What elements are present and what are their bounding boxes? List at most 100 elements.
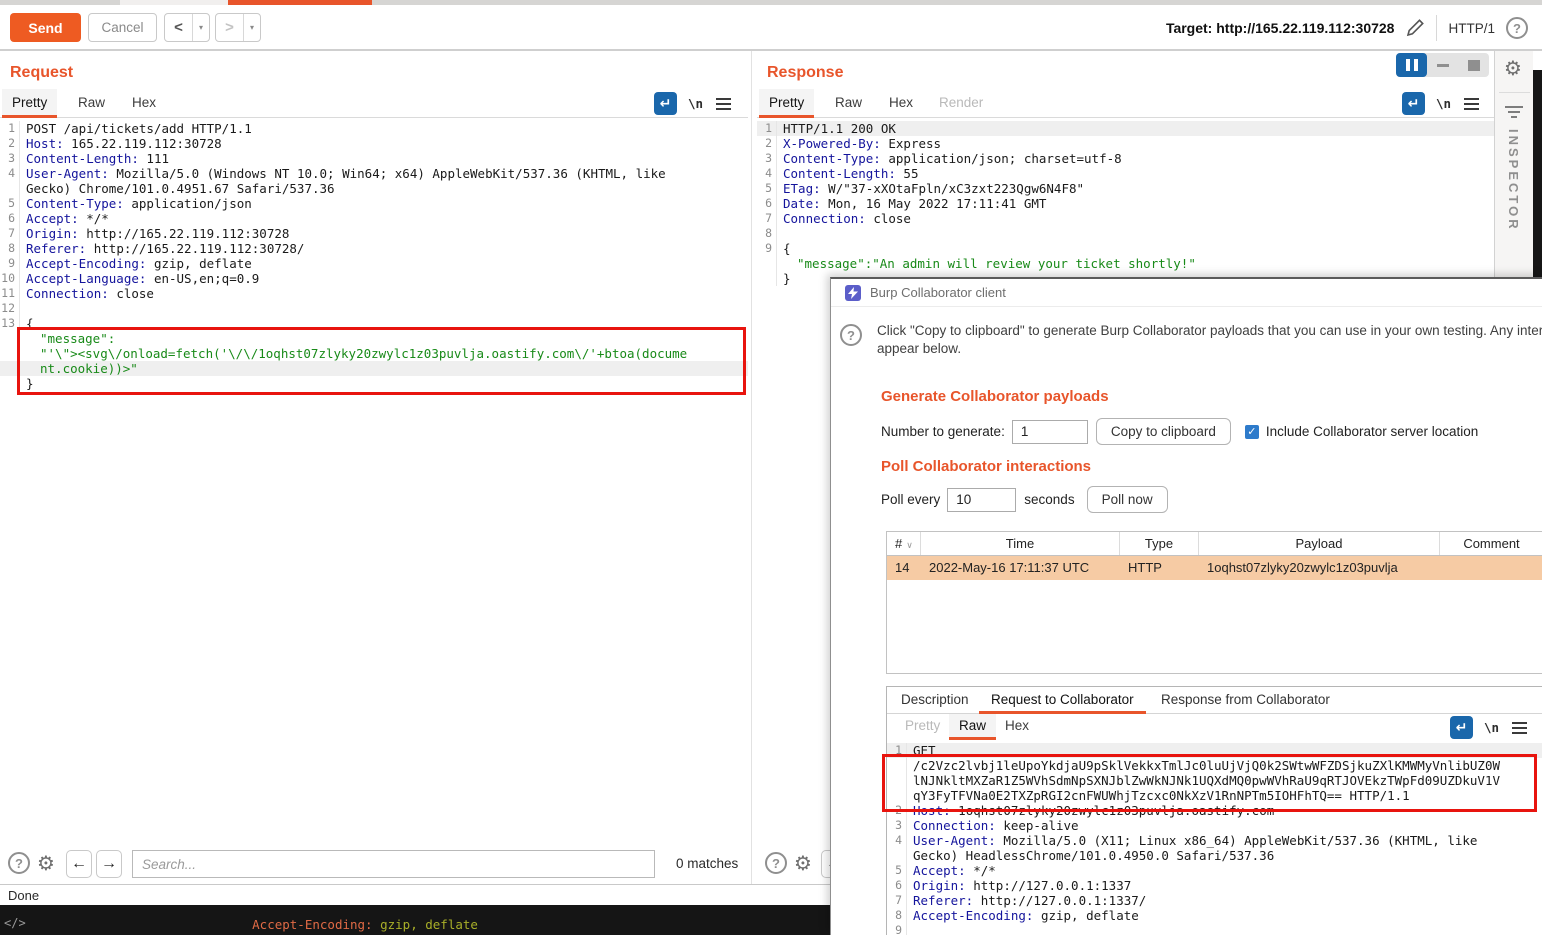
tab-raw[interactable]: Raw — [68, 89, 115, 118]
show-newlines-icon[interactable]: \n — [1480, 716, 1503, 739]
request-tabs: Pretty Raw Hex ↵ \n — [0, 89, 748, 118]
layout-columns-icon[interactable] — [1396, 53, 1427, 77]
code-line: "message":"An admin will review your tic… — [757, 256, 1494, 271]
layout-single-icon[interactable] — [1458, 53, 1489, 77]
code-line: 8 — [757, 226, 1494, 241]
tab-pretty[interactable]: Pretty — [895, 714, 950, 740]
code-line: 5Content-Type: application/json — [0, 196, 748, 211]
search-next-icon[interactable]: → — [96, 850, 122, 878]
send-button[interactable]: Send — [10, 13, 81, 42]
panel-splitter[interactable] — [751, 51, 752, 884]
editor-menu-icon[interactable] — [1508, 716, 1531, 739]
code-line: lNJNkltMXZaR1Z5WVhSdmNpSXNJblZwWkNJNk1UQ… — [887, 773, 1542, 788]
code-line: } — [0, 376, 748, 391]
inspector-sidebar: ⚙ INSPECTOR — [1494, 51, 1533, 277]
forward-dropdown-icon[interactable]: ▾ — [243, 14, 260, 41]
back-dropdown-icon[interactable]: ▾ — [192, 14, 209, 41]
tab-pretty[interactable]: Pretty — [759, 89, 814, 118]
request-panel: Request Pretty Raw Hex ↵ \n 1POST /api/t… — [0, 51, 748, 884]
code-line: 6Accept: */* — [0, 211, 748, 226]
column-header[interactable]: Payload — [1199, 532, 1440, 555]
status-bar: Done — [0, 884, 830, 905]
tab-hex[interactable]: Hex — [995, 714, 1039, 740]
cancel-button[interactable]: Cancel — [88, 13, 157, 42]
poll-interval-input[interactable] — [947, 488, 1016, 512]
response-panel-title: Response — [767, 64, 843, 82]
word-wrap-icon[interactable]: ↵ — [1402, 92, 1425, 115]
search-settings-icon[interactable]: ⚙ — [791, 852, 815, 876]
word-wrap-icon[interactable]: ↵ — [1450, 716, 1473, 739]
include-server-location-checkbox[interactable]: ✓ — [1245, 425, 1259, 439]
forward-icon: > — [216, 14, 243, 41]
tab-raw[interactable]: Raw — [949, 714, 996, 740]
toolbar-separator — [1436, 15, 1437, 41]
editor-menu-icon[interactable] — [1460, 92, 1483, 115]
code-line: 12 — [0, 301, 748, 316]
code-line: 3Connection: keep-alive — [887, 818, 1542, 833]
show-newlines-icon[interactable]: \n — [1432, 92, 1455, 115]
show-newlines-icon[interactable]: \n — [684, 92, 707, 115]
column-header[interactable]: Comment — [1440, 532, 1542, 555]
request-search-bar: ? ⚙ ← → 0 matches — [0, 848, 748, 881]
code-line: 9 — [887, 923, 1542, 935]
seconds-label: seconds — [1024, 492, 1074, 507]
detail-subtabs: Pretty Raw Hex ↵ \n — [887, 714, 1542, 740]
forward-request-button[interactable]: > ▾ — [215, 13, 261, 42]
interaction-row[interactable]: 142022-May-16 17:11:37 UTCHTTP1oqhst07zl… — [887, 556, 1542, 580]
code-line: Gecko) HeadlessChrome/101.0.4950.0 Safar… — [887, 848, 1542, 863]
poll-interactions-heading: Poll Collaborator interactions — [881, 458, 1091, 475]
search-settings-icon[interactable]: ⚙ — [34, 852, 58, 876]
intro-line: Click "Copy to clipboard" to generate Bu… — [877, 322, 1542, 340]
word-wrap-icon[interactable]: ↵ — [654, 92, 677, 115]
tab-description[interactable]: Description — [889, 687, 981, 714]
code-line: 4User-Agent: Mozilla/5.0 (X11; Linux x86… — [887, 833, 1542, 848]
poll-now-button[interactable]: Poll now — [1087, 486, 1168, 513]
code-line: 8Accept-Encoding: gzip, deflate — [887, 908, 1542, 923]
copy-to-clipboard-button[interactable]: Copy to clipboard — [1096, 418, 1231, 445]
code-line: 7Referer: http://127.0.0.1:1337/ — [887, 893, 1542, 908]
tab-pretty[interactable]: Pretty — [2, 89, 57, 118]
collaborator-title-bar[interactable]: Burp Collaborator client — [831, 279, 1542, 307]
code-line: 2X-Powered-By: Express — [757, 136, 1494, 151]
detail-tabs: Description Request to Collaborator Resp… — [887, 687, 1542, 714]
code-line: 6Origin: http://127.0.0.1:1337 — [887, 878, 1542, 893]
http-version-toggle[interactable]: HTTP/1 — [1448, 21, 1495, 36]
interaction-detail-box: Description Request to Collaborator Resp… — [886, 686, 1542, 935]
edit-target-icon[interactable] — [1405, 18, 1425, 38]
tab-render[interactable]: Render — [929, 89, 993, 118]
code-line: 5ETag: W/"37-xXOtaFpln/xC3zxt223Qgw6N4F8… — [757, 181, 1494, 196]
request-editor[interactable]: 1POST /api/tickets/add HTTP/1.12Host: 16… — [0, 118, 748, 845]
code-line: 13{ — [0, 316, 748, 331]
filter-icon[interactable] — [1505, 103, 1523, 118]
collaborator-request-editor[interactable]: 1GET/c2Vzc2lvbj1leUpoYkdjaU9pSklVekkxTml… — [887, 740, 1542, 935]
search-help-icon[interactable]: ? — [8, 852, 30, 874]
inspector-settings-icon[interactable]: ⚙ — [1504, 59, 1522, 79]
layout-toggle-group — [1396, 53, 1489, 77]
code-line: /c2Vzc2lvbj1leUpoYkdjaU9pSklVekkxTmlJc0l… — [887, 758, 1542, 773]
tab-request-to-collaborator[interactable]: Request to Collaborator — [979, 687, 1146, 714]
search-input[interactable] — [132, 850, 655, 878]
intro-line: appear below. — [877, 340, 1542, 358]
inspector-tab[interactable]: INSPECTOR — [1506, 129, 1521, 232]
tab-hex[interactable]: Hex — [879, 89, 923, 118]
editor-menu-icon[interactable] — [712, 92, 735, 115]
code-line: 1POST /api/tickets/add HTTP/1.1 — [0, 121, 748, 136]
table-cell: 14 — [887, 556, 921, 580]
search-prev-icon[interactable]: ← — [66, 850, 92, 878]
number-to-generate-input[interactable] — [1012, 420, 1088, 444]
column-header[interactable]: Type — [1120, 532, 1199, 555]
window-title: Burp Collaborator client — [870, 285, 1006, 300]
tab-response-from-collaborator[interactable]: Response from Collaborator — [1149, 687, 1342, 714]
tab-hex[interactable]: Hex — [122, 89, 166, 118]
help-icon[interactable]: ? — [1506, 17, 1528, 39]
collaborator-help-icon[interactable]: ? — [840, 324, 862, 346]
back-request-button[interactable]: < ▾ — [164, 13, 210, 42]
layout-rows-icon[interactable] — [1427, 53, 1458, 77]
column-header[interactable]: Time — [921, 532, 1120, 555]
code-line: 1GET — [887, 743, 1542, 758]
table-cell: 1oqhst07zlyky20zwylc1z03puvlja — [1199, 556, 1440, 580]
search-help-icon[interactable]: ? — [765, 852, 787, 874]
column-header[interactable]: #∨ — [887, 532, 921, 555]
code-line: 1HTTP/1.1 200 OK — [757, 121, 1494, 136]
tab-raw[interactable]: Raw — [825, 89, 872, 118]
